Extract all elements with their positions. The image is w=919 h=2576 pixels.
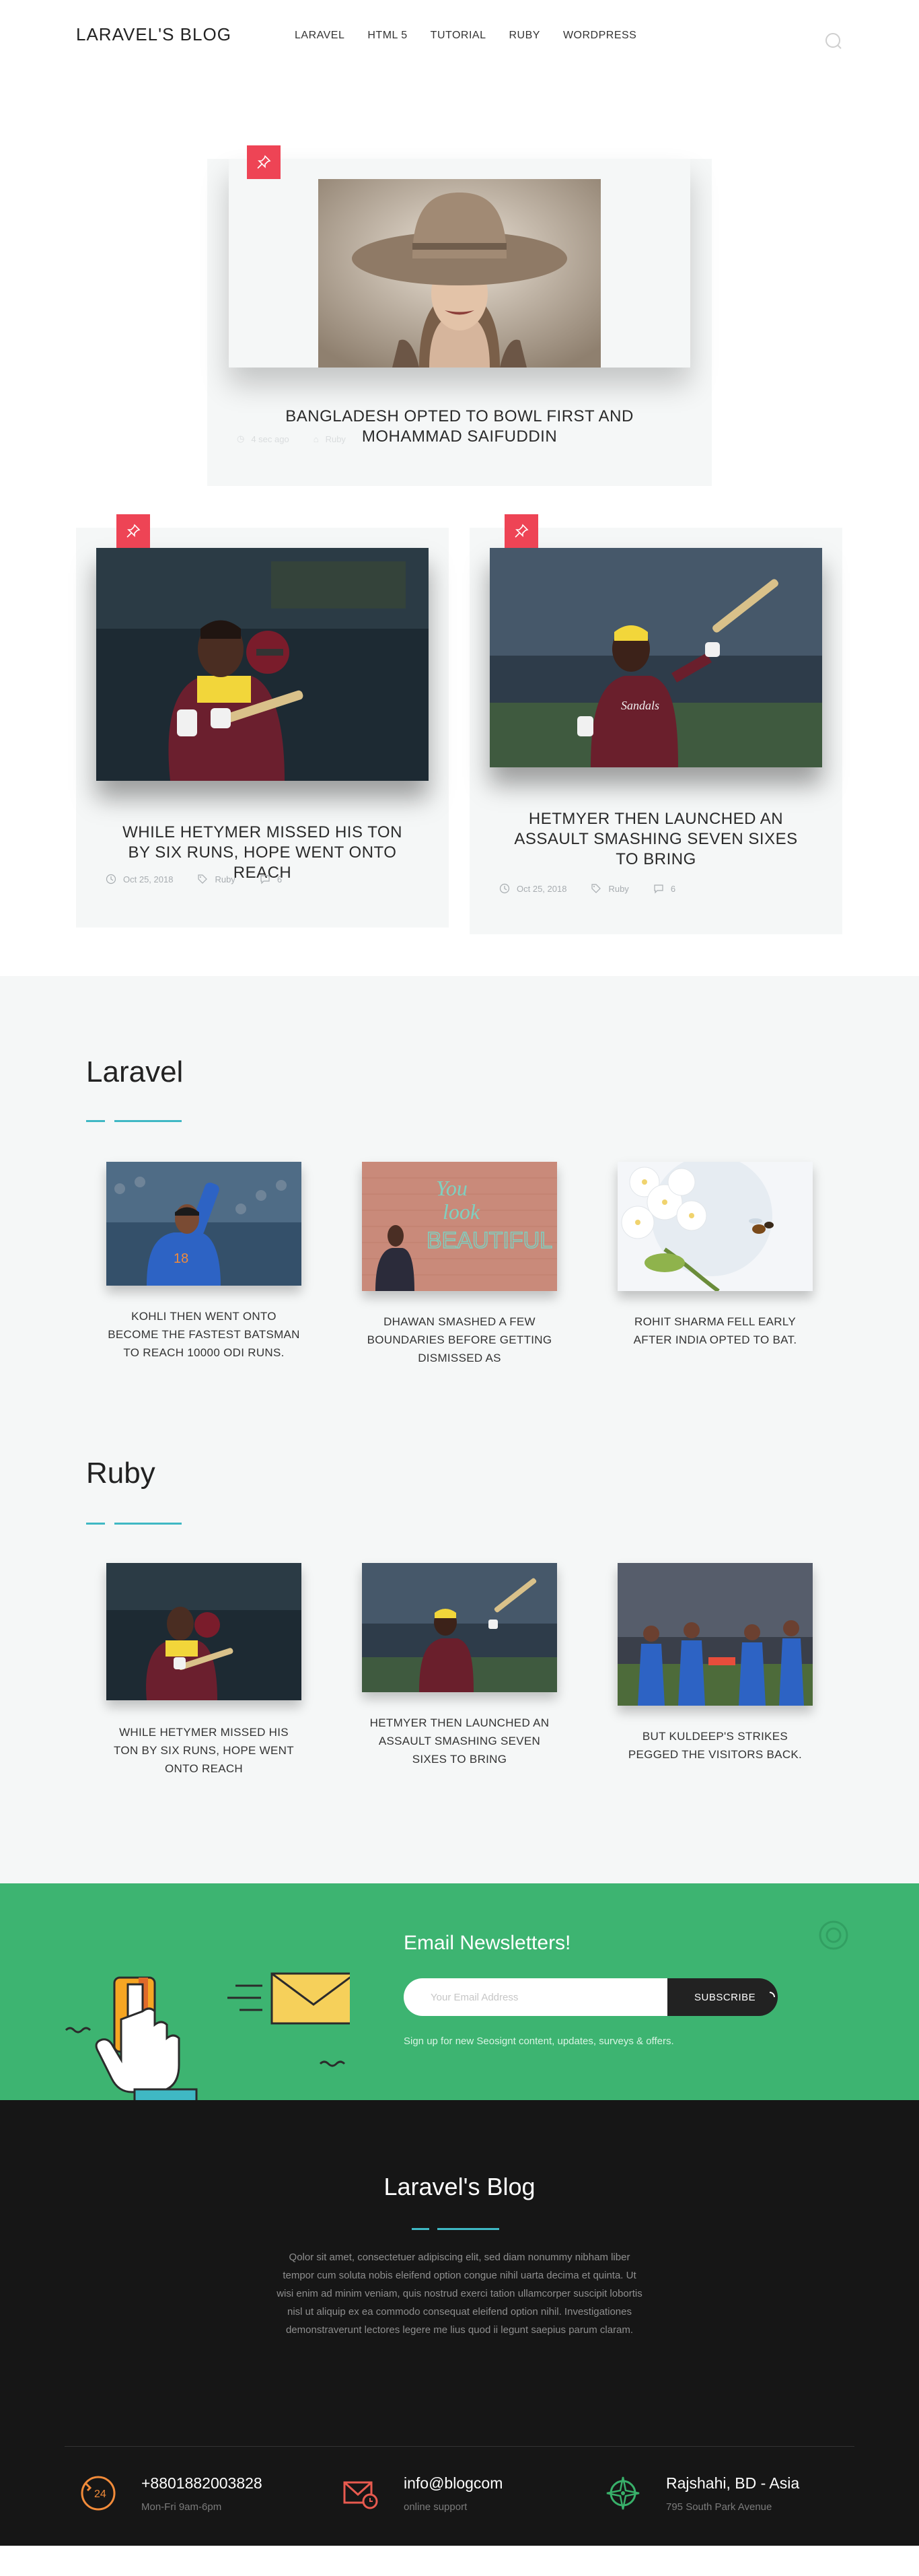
featured-right-meta: Oct 25, 2018 Ruby 6 <box>499 883 675 894</box>
newsletter-title: Email Newsletters! <box>404 1932 571 1954</box>
featured-main-image[interactable] <box>318 179 601 368</box>
post-thumb-kohli[interactable]: 18 <box>106 1162 301 1286</box>
newsletter-illustration <box>65 1972 350 2100</box>
featured-left-card[interactable]: WHILE HETYMER MISSED HIS TON BY SIX RUNS… <box>76 514 449 928</box>
featured-right-title[interactable]: HETMYER THEN LAUNCHED AN ASSAULT SMASHIN… <box>503 809 809 870</box>
clock-icon: ◷ <box>237 433 245 444</box>
footer-title: Laravel's Blog <box>383 2173 536 2200</box>
search-icon[interactable] <box>823 31 844 51</box>
post-title[interactable]: ROHIT SHARMA FELL EARLY AFTER INDIA OPTE… <box>618 1313 813 1349</box>
nav-tutorial[interactable]: TUTORIAL <box>431 30 486 42</box>
contact-sub: 795 South Park Avenue <box>666 2501 772 2513</box>
site-footer: Laravel's Blog Qolor sit amet, consectet… <box>0 2100 919 2546</box>
compass-icon <box>606 2476 640 2510</box>
comment-icon <box>260 875 270 884</box>
section-title-laravel: Laravel <box>86 1055 184 1088</box>
contact-main[interactable]: info@blogcom <box>404 2474 503 2493</box>
footer-underline <box>412 2228 429 2230</box>
main-nav: LARAVEL HTML 5 TUTORIAL RUBY WORDPRESS <box>295 30 636 42</box>
contact-phone[interactable]: 24 +8801882003828 Mon-Fri 9am-6pm <box>79 2464 281 2517</box>
tag-icon <box>198 874 208 884</box>
decorative-circle-icon <box>819 1920 848 1950</box>
contact-main[interactable]: Rajshahi, BD - Asia <box>666 2474 799 2493</box>
clock-icon <box>499 883 510 894</box>
email-input[interactable] <box>404 1978 673 2016</box>
site-header: LARAVEL'S BLOG LARAVEL HTML 5 TUTORIAL R… <box>0 0 919 74</box>
nav-ruby[interactable]: RUBY <box>509 30 540 42</box>
svg-text:Sandals: Sandals <box>621 699 659 712</box>
site-logo[interactable]: LARAVEL'S BLOG <box>76 24 231 45</box>
page-bottom-strip <box>0 2546 919 2576</box>
post-title[interactable]: WHILE HETYMER MISSED HIS TON BY SIX RUNS… <box>106 1723 301 1778</box>
contact-address[interactable]: Rajshahi, BD - Asia 795 South Park Avenu… <box>604 2464 833 2517</box>
section-title-ruby: Ruby <box>86 1457 155 1490</box>
newsletter-section: Email Newsletters! SUBSCRIBE Sign up for… <box>0 1883 919 2100</box>
contact-main[interactable]: +8801882003828 <box>141 2474 262 2493</box>
pin-icon <box>116 514 150 548</box>
newsletter-note: Sign up for new Seosignt content, update… <box>404 2035 674 2047</box>
pin-icon <box>505 514 538 548</box>
footer-underline <box>437 2228 499 2230</box>
mail-clock-icon <box>343 2481 378 2509</box>
subscribe-button[interactable]: SUBSCRIBE <box>667 1978 778 2016</box>
contact-sub: online support <box>404 2501 468 2513</box>
featured-main-card[interactable]: BANGLADESH OPTED TO BOWL FIRST AND MOHAM… <box>207 145 712 486</box>
nav-html5[interactable]: HTML 5 <box>367 30 407 42</box>
post-thumb-hetymer[interactable] <box>106 1563 301 1700</box>
wall-text: BEAUTIFUL <box>427 1228 552 1253</box>
featured-left-meta: Oct 25, 2018 Ruby 6 <box>106 874 282 884</box>
nav-wordpress[interactable]: WORDPRESS <box>563 30 636 42</box>
comment-icon <box>654 884 663 894</box>
contact-sub: Mon-Fri 9am-6pm <box>141 2501 222 2513</box>
featured-main-meta: ◷ 4 sec ago ⌂ Ruby <box>237 433 346 444</box>
footer-text: Qolor sit amet, consectetuer adipiscing … <box>277 2252 642 2336</box>
spinner-icon <box>770 1992 776 1998</box>
post-title[interactable]: HETMYER THEN LAUNCHED AN ASSAULT SMASHIN… <box>362 1714 557 1768</box>
contact-email[interactable]: info@blogcom online support <box>342 2464 544 2517</box>
post-thumb-kuldeep[interactable] <box>618 1563 813 1706</box>
newsletter-form: SUBSCRIBE <box>404 1978 778 2016</box>
post-title[interactable]: DHAWAN SMASHED A FEW BOUNDARIES BEFORE G… <box>362 1313 557 1367</box>
pin-icon <box>247 145 281 179</box>
category-sections: Laravel 18 KOHLI THEN WENT ONTO BECOME T… <box>0 976 919 1883</box>
clock-icon <box>106 874 116 884</box>
featured-left-image[interactable] <box>96 548 429 781</box>
svg-text:18: 18 <box>174 1251 188 1266</box>
post-thumb-rohit[interactable] <box>618 1162 813 1291</box>
tag-icon <box>591 884 601 893</box>
wall-text: look <box>443 1199 480 1224</box>
nav-laravel[interactable]: LARAVEL <box>295 30 344 42</box>
featured-right-image[interactable]: Sandals <box>490 548 822 767</box>
footer-divider <box>65 2446 854 2447</box>
post-thumb-dhawan[interactable]: You look BEAUTIFUL <box>362 1162 557 1291</box>
post-title[interactable]: BUT KULDEEP'S STRIKES PEGGED THE VISITOR… <box>618 1727 813 1764</box>
tag-icon: ⌂ <box>313 433 319 444</box>
wall-text: You <box>436 1176 468 1200</box>
svg-text:24: 24 <box>94 2488 106 2500</box>
post-thumb-hetmyer[interactable] <box>362 1563 557 1692</box>
phone-24-icon: 24 <box>81 2476 116 2511</box>
featured-right-card[interactable]: Sandals HETMYER THEN LAUNCHED AN ASSAULT… <box>470 514 842 934</box>
post-title[interactable]: KOHLI THEN WENT ONTO BECOME THE FASTEST … <box>106 1307 301 1362</box>
